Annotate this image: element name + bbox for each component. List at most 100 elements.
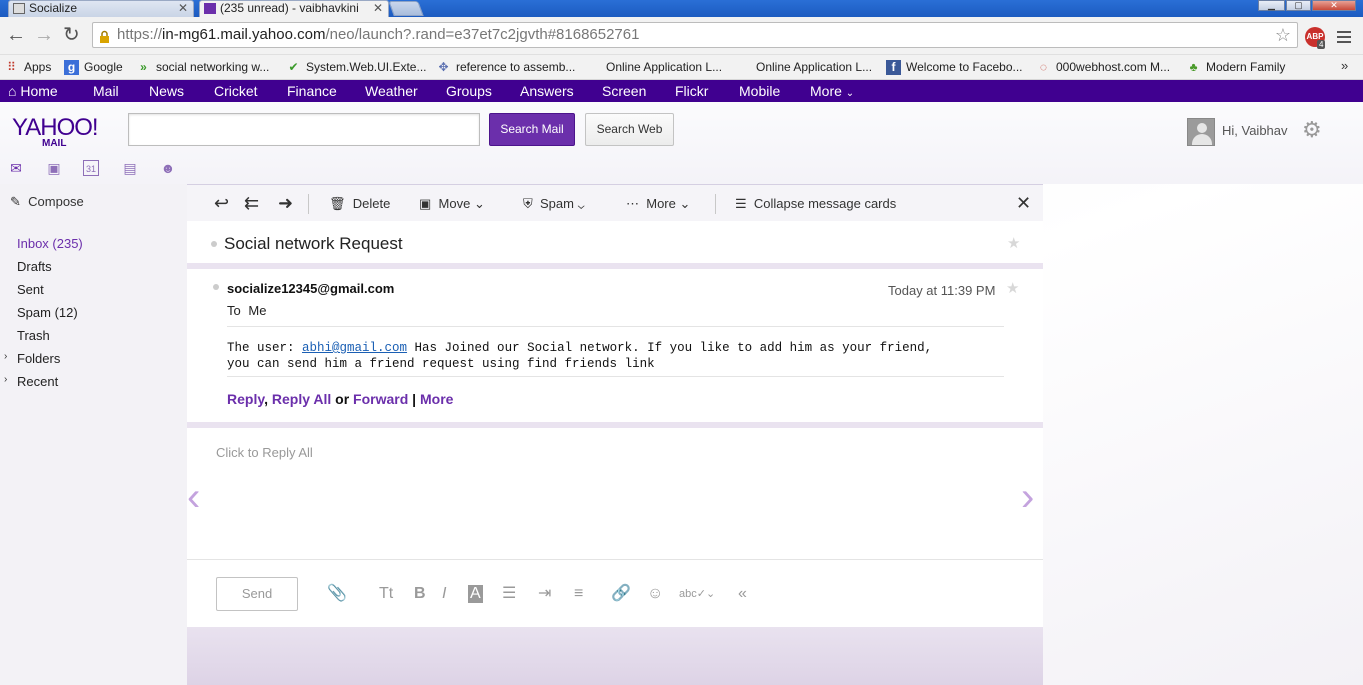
nav-screen[interactable]: Screen xyxy=(602,83,646,99)
list-icon: ☰ xyxy=(735,196,747,211)
nav-news[interactable]: News xyxy=(149,83,184,99)
paperclip-icon[interactable]: 📎 xyxy=(327,585,347,603)
calendar-icon[interactable]: 31 xyxy=(83,160,99,176)
bookmark-000webhost[interactable]: ◌ 000webhost.com M... xyxy=(1036,58,1170,76)
caret-right-icon[interactable]: › xyxy=(4,374,7,385)
messenger-icon[interactable]: ☻ xyxy=(160,160,176,176)
bookmark-system-web[interactable]: ✔ System.Web.UI.Exte... xyxy=(286,58,426,76)
nav-groups[interactable]: Groups xyxy=(446,83,492,99)
gear-icon[interactable]: ⚙ xyxy=(1302,117,1322,143)
reply-link[interactable]: Reply xyxy=(227,391,264,407)
browser-menu-icon[interactable] xyxy=(1337,31,1351,43)
folder-trash[interactable]: Trash xyxy=(17,328,50,343)
nav-home[interactable]: ⌂ Home xyxy=(8,83,58,99)
folder-recent[interactable]: Recent xyxy=(17,374,58,389)
font-size-icon[interactable]: Tt xyxy=(379,585,393,603)
spam-button[interactable]: ⛨ Spam ⌄ xyxy=(523,196,585,212)
bookmark-apps[interactable]: ⠿ Apps xyxy=(4,58,51,76)
emoji-icon[interactable]: ☺ xyxy=(647,585,663,603)
nav-mail[interactable]: Mail xyxy=(93,83,119,99)
star-icon[interactable]: ★ xyxy=(1007,234,1020,252)
send-button[interactable]: Send xyxy=(216,577,298,611)
reply-icon[interactable]: ↩ xyxy=(214,194,229,212)
reply-all-link[interactable]: Reply All xyxy=(272,391,331,407)
star-icon[interactable]: ★ xyxy=(1006,279,1019,297)
indent-icon[interactable]: ⇥ xyxy=(538,585,551,603)
link-icon[interactable]: 🔗 xyxy=(611,585,631,603)
collapse-cards-button[interactable]: ☰ Collapse message cards xyxy=(735,196,896,212)
move-button[interactable]: ▣ Move ⌄ xyxy=(419,196,485,212)
back-arrow-icon[interactable]: ← xyxy=(6,25,26,45)
nav-mobile[interactable]: Mobile xyxy=(739,83,780,99)
close-icon[interactable]: ✕ xyxy=(1016,194,1031,212)
bookmark-social-networking[interactable]: » social networking w... xyxy=(136,58,269,76)
bookmark-star-icon[interactable]: ☆ xyxy=(1275,23,1291,47)
nav-cricket[interactable]: Cricket xyxy=(214,83,258,99)
bullet-list-icon[interactable]: ☰ xyxy=(502,585,516,603)
bookmark-google[interactable]: g Google xyxy=(64,58,123,76)
reply-all-icon[interactable]: ⇇ xyxy=(244,194,259,212)
bookmark-facebook[interactable]: f Welcome to Facebo... xyxy=(886,58,1023,76)
folder-sent[interactable]: Sent xyxy=(17,282,44,297)
compose-button[interactable]: ✎ Compose xyxy=(10,194,84,210)
more-link[interactable]: More xyxy=(420,391,453,407)
nav-answers[interactable]: Answers xyxy=(520,83,574,99)
browser-title-bar: Socialize ✕ (235 unread) - vaibhavkini ✕… xyxy=(0,0,1363,17)
avatar[interactable] xyxy=(1187,118,1215,146)
sender-address[interactable]: socialize12345@gmail.com xyxy=(227,281,394,296)
bookmark-modern-family[interactable]: ♣ Modern Family xyxy=(1186,58,1286,76)
tab-socialize[interactable]: Socialize ✕ xyxy=(8,0,194,17)
bold-icon[interactable]: B xyxy=(414,585,426,603)
folder-folders[interactable]: Folders xyxy=(17,351,60,366)
host-icon: ◌ xyxy=(1039,60,1048,74)
align-icon[interactable]: ≡ xyxy=(574,585,583,603)
delete-button[interactable]: 🗑 Delete xyxy=(329,196,390,212)
text-color-icon[interactable]: A xyxy=(468,585,483,603)
bookmark-online-application-2[interactable]: Online Application L... xyxy=(736,58,872,76)
folder-drafts[interactable]: Drafts xyxy=(17,259,52,274)
search-web-button[interactable]: Search Web xyxy=(585,113,674,146)
toolbar-divider xyxy=(715,194,716,214)
tab-yahoo-mail[interactable]: (235 unread) - vaibhavkini ✕ xyxy=(199,0,389,17)
new-tab-button[interactable] xyxy=(388,1,424,16)
search-input[interactable] xyxy=(128,113,480,146)
next-message-arrow-icon[interactable]: › xyxy=(1021,477,1034,517)
italic-icon[interactable]: I xyxy=(442,585,446,603)
facebook-icon: f xyxy=(886,60,901,75)
more-bookmarks-icon[interactable]: » xyxy=(1341,58,1348,73)
nav-more[interactable]: More ⌄ xyxy=(810,83,854,102)
folder-inbox[interactable]: Inbox (235) xyxy=(17,236,83,251)
url-path: /neo/launch?.rand=e37et7c2jgvth#81686527… xyxy=(325,26,640,43)
contacts-icon[interactable]: ▣ xyxy=(46,160,62,176)
reload-icon[interactable]: ↻ xyxy=(63,25,80,45)
nav-finance[interactable]: Finance xyxy=(287,83,337,99)
user-greeting[interactable]: Hi, Vaibhav xyxy=(1222,123,1288,138)
caret-right-icon[interactable]: › xyxy=(4,351,7,362)
forward-link[interactable]: Forward xyxy=(353,391,408,407)
collapse-toolbar-icon[interactable]: « xyxy=(738,585,747,603)
more-button[interactable]: ⋯ More ⌄ xyxy=(626,196,690,212)
nav-flickr[interactable]: Flickr xyxy=(675,83,708,99)
search-mail-button[interactable]: Search Mail xyxy=(489,113,575,146)
close-window-button[interactable]: ✕ xyxy=(1312,0,1356,11)
bookmark-label: Online Application L... xyxy=(756,60,873,74)
maximize-button[interactable]: ▢ xyxy=(1286,0,1311,11)
page-thumbnail-icon xyxy=(13,3,25,14)
reply-all-input[interactable]: Click to Reply All xyxy=(216,445,313,460)
folder-spam[interactable]: Spam (12) xyxy=(17,305,78,320)
notepad-icon[interactable]: ▤ xyxy=(122,160,138,176)
email-link[interactable]: abhi@gmail.com xyxy=(302,341,407,355)
address-bar[interactable]: https://in-mg61.mail.yahoo.com/neo/launc… xyxy=(92,22,1298,48)
minimize-button[interactable]: ▁ xyxy=(1258,0,1285,11)
forward-icon[interactable]: ➜ xyxy=(278,194,293,212)
bookmark-reference-assembly[interactable]: ✥ reference to assemb... xyxy=(436,58,575,76)
spellcheck-icon[interactable]: abc✓⌄ xyxy=(679,585,715,603)
recipient-name[interactable]: Me xyxy=(248,303,266,318)
forward-arrow-icon[interactable]: → xyxy=(34,25,54,45)
close-tab-icon[interactable]: ✕ xyxy=(373,1,383,16)
mail-envelope-icon[interactable]: ✉ xyxy=(8,160,24,176)
nav-weather[interactable]: Weather xyxy=(365,83,418,99)
bookmark-online-application-1[interactable]: Online Application L... xyxy=(586,58,722,76)
close-tab-icon[interactable]: ✕ xyxy=(178,1,188,16)
previous-message-arrow-icon[interactable]: ‹ xyxy=(187,477,200,517)
